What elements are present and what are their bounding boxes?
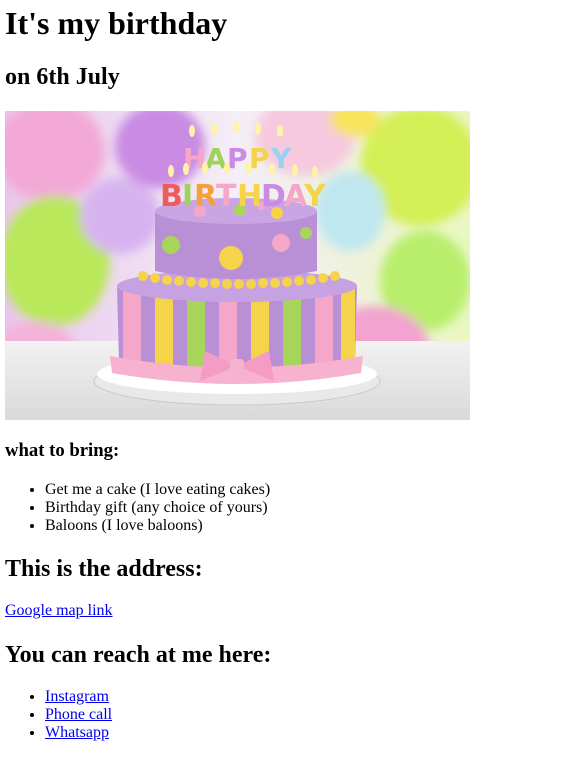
svg-text:B: B <box>160 179 183 214</box>
whatsapp-link[interactable]: Whatsapp <box>45 724 109 741</box>
phone-call-link[interactable]: Phone call <box>45 706 112 723</box>
list-item: Get me a cake (I love eating cakes) <box>45 481 270 499</box>
list-item: Phone call <box>45 706 112 724</box>
svg-text:I: I <box>182 179 193 214</box>
bring-list: Get me a cake (I love eating cakes) Birt… <box>5 481 270 535</box>
address-heading: This is the address: <box>5 556 203 582</box>
date-heading: on 6th July <box>5 64 120 90</box>
contact-list: Instagram Phone call Whatsapp <box>5 688 112 742</box>
list-item: Baloons (I love baloons) <box>45 517 270 535</box>
contact-heading: You can reach at me here: <box>5 642 272 668</box>
birthday-cake-image: H A P P Y B I R T H D A Y <box>5 111 470 420</box>
list-item: Whatsapp <box>45 724 112 742</box>
svg-text:R: R <box>194 179 217 214</box>
svg-text:T: T <box>216 179 237 214</box>
svg-text:H: H <box>237 179 262 214</box>
svg-text:P: P <box>227 142 248 175</box>
svg-text:A: A <box>205 142 227 175</box>
list-item: Birthday gift (any choice of yours) <box>45 499 270 517</box>
list-item: Instagram <box>45 688 112 706</box>
page-title: It's my birthday <box>5 5 228 41</box>
google-map-link[interactable]: Google map link <box>5 602 113 620</box>
page: It's my birthday on 6th July H A P P Y B… <box>0 0 580 763</box>
instagram-link[interactable]: Instagram <box>45 688 109 705</box>
svg-text:Y: Y <box>303 179 327 214</box>
bring-heading: what to bring: <box>5 440 120 461</box>
svg-text:P: P <box>249 142 270 175</box>
svg-text:D: D <box>261 179 286 214</box>
